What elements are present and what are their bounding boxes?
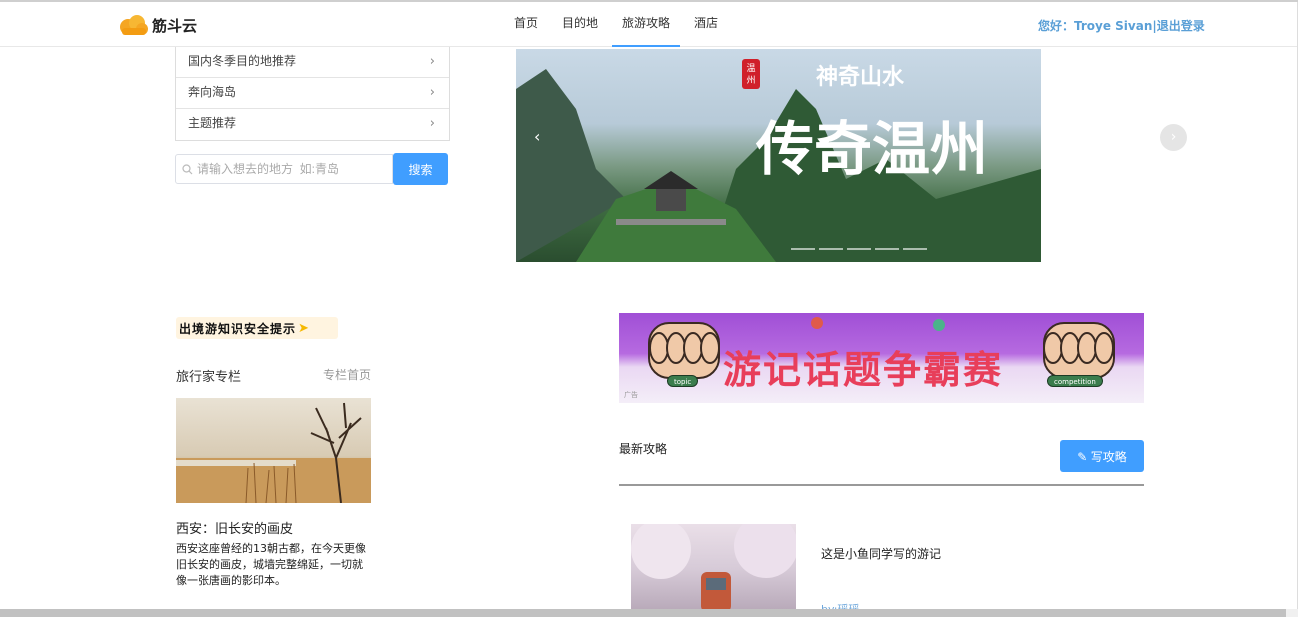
menu-item-islands[interactable]: 奔向海岛 › [176, 78, 449, 109]
column-title: 旅行家专栏 [176, 370, 242, 385]
carousel-dot[interactable] [847, 248, 871, 250]
logo-text: 筋斗云 [152, 16, 198, 35]
column-article-desc: 西安这座曾经的13朝古都，在今天更像旧长安的画皮，城墙完整绵延，一切就像一张唐画… [176, 542, 366, 587]
main-nav: 首页 目的地 旅游攻略 酒店 [504, 2, 732, 47]
chevron-right-icon: › [429, 54, 435, 69]
search-input[interactable] [197, 162, 387, 176]
carousel-next-button[interactable]: › [1160, 124, 1187, 151]
caption-small: 神奇山水 [816, 64, 905, 90]
search-icon [182, 163, 193, 174]
contest-banner[interactable]: 游记话题争霸赛 topic competition 广告 [619, 313, 1144, 403]
chevron-right-icon: › [429, 85, 435, 100]
topic-pill: topic [667, 375, 699, 387]
column-home-link[interactable]: 专栏首页 [323, 366, 371, 385]
menu-item-winter[interactable]: 国内冬季目的地推荐 › [176, 47, 449, 78]
chevron-right-icon: › [429, 116, 435, 131]
write-guide-label: 写攻略 [1090, 449, 1127, 464]
cherry-blossom-train-image [631, 524, 796, 612]
svg-text:州: 州 [746, 75, 755, 86]
arrow-right-icon: ➤ [298, 320, 310, 336]
carousel-dot[interactable] [903, 248, 927, 250]
search-box [175, 154, 393, 184]
cloud-logo-icon [120, 15, 148, 35]
menu-item-label: 国内冬季目的地推荐 [188, 54, 297, 68]
write-guide-button[interactable]: ✎ 写攻略 [1060, 440, 1144, 472]
header: 筋斗云 首页 目的地 旅游攻略 酒店 您好：Troye Sivan|退出登录 [0, 2, 1298, 47]
wenzhou-landscape-image: 温 州 神奇山水 传奇温州 [516, 59, 1041, 262]
carousel-dot[interactable] [791, 248, 815, 250]
nav-guides[interactable]: 旅游攻略 [612, 2, 681, 47]
column-article-title[interactable]: 西安：旧长安的画皮 [176, 518, 293, 537]
tips-text: 出境游知识安全提示 [179, 321, 297, 336]
menu-item-label: 奔向海岛 [188, 85, 237, 99]
menu-item-label: 主题推荐 [188, 116, 237, 130]
carousel-caption: 温 州 神奇山水 传奇温州 [742, 59, 988, 183]
logo[interactable]: 筋斗云 [118, 12, 197, 38]
user-greeting-logout[interactable]: 您好：Troye Sivan|退出登录 [1038, 17, 1205, 34]
carousel-dot[interactable] [819, 248, 843, 250]
caption-big: 传奇温州 [755, 115, 988, 183]
contest-title: 游记话题争霸赛 [723, 348, 1004, 392]
horizontal-scrollbar[interactable] [0, 609, 1298, 617]
divider [619, 484, 1144, 486]
nav-home[interactable]: 首页 [504, 2, 548, 47]
competition-pill: competition [1047, 375, 1103, 387]
menu-item-themes[interactable]: 主题推荐 › [176, 109, 449, 140]
carousel-prev-icon[interactable]: ‹ [534, 127, 540, 146]
carousel-dot[interactable] [875, 248, 899, 250]
nav-hotels[interactable]: 酒店 [684, 2, 728, 47]
seal-text: 温 [746, 63, 755, 74]
ad-label: 广告 [624, 391, 638, 399]
post-title[interactable]: 这是小鱼同学写的游记 [821, 545, 941, 562]
hero-carousel[interactable]: 温 州 神奇山水 传奇温州 ‹ [516, 49, 1041, 262]
column-article-image[interactable] [176, 398, 371, 503]
search-button[interactable]: 搜索 [393, 153, 448, 185]
lake-tree-image [176, 402, 371, 503]
post-thumbnail[interactable] [631, 524, 796, 612]
carousel-dots [791, 248, 931, 250]
column-header: 旅行家专栏 专栏首页 [176, 366, 371, 385]
latest-heading: 最新攻略 [619, 442, 668, 456]
safety-tips-banner[interactable]: 出境游知识安全提示 ➤ [176, 317, 338, 339]
edit-icon: ✎ [1077, 449, 1088, 464]
nav-destinations[interactable]: 目的地 [552, 2, 608, 47]
scrollbar-thumb[interactable] [0, 609, 1286, 617]
category-menu: 国内冬季目的地推荐 › 奔向海岛 › 主题推荐 › [175, 47, 450, 141]
